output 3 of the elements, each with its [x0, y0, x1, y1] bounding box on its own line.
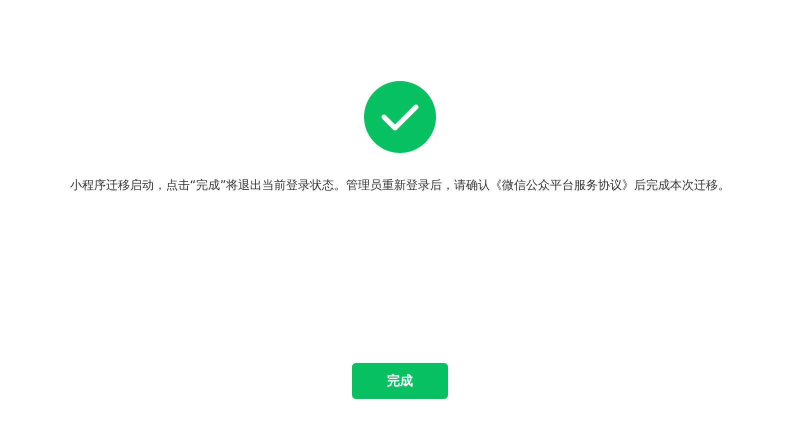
- done-button[interactable]: 完成: [352, 363, 448, 399]
- success-check-icon: [364, 81, 436, 153]
- message-text: 小程序迁移启动，点击“完成”将退出当前登录状态。管理员重新登录后，请确认《微信公众平台服务协议》后完成本次迁移。: [70, 177, 730, 194]
